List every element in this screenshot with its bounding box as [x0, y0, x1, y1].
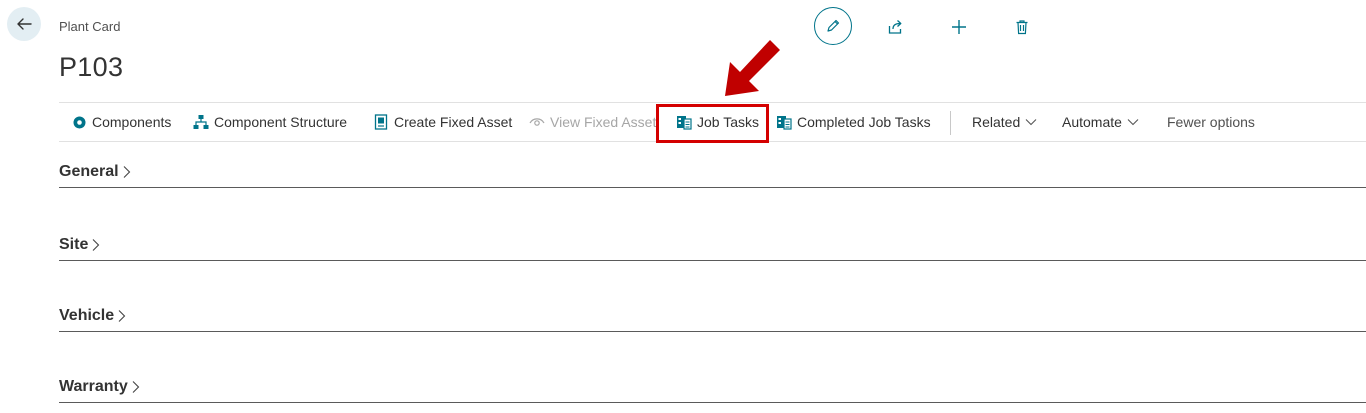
components-action[interactable]: Components [71, 103, 171, 141]
view-fixed-asset-label: View Fixed Asset [550, 114, 657, 130]
completed-job-tasks-action[interactable]: Completed Job Tasks [776, 103, 931, 141]
edit-icon [827, 19, 840, 32]
task-list-icon [676, 114, 692, 130]
chevron-down-icon [1127, 118, 1139, 126]
plus-icon [952, 20, 966, 34]
callout-arrow-icon [725, 40, 780, 96]
section-warranty-header[interactable]: Warranty [59, 378, 1366, 396]
section-warranty-label: Warranty [59, 378, 128, 395]
arrow-left-icon [17, 18, 32, 30]
eye-icon [529, 114, 545, 130]
fewer-options-label: Fewer options [1167, 114, 1255, 130]
page-caption: Plant Card [59, 19, 121, 34]
view-fixed-asset-action[interactable]: View Fixed Asset [529, 103, 656, 141]
create-fixed-asset-label: Create Fixed Asset [394, 114, 513, 130]
chevron-down-icon [1025, 118, 1037, 126]
chevron-right-icon [132, 381, 140, 393]
completed-job-tasks-label: Completed Job Tasks [797, 114, 931, 130]
section-vehicle: Vehicle [59, 307, 1366, 332]
page-title: P103 [59, 52, 124, 82]
new-button[interactable] [947, 7, 971, 47]
delete-icon [1016, 20, 1028, 35]
automate-label: Automate [1062, 114, 1122, 130]
share-button[interactable] [884, 7, 908, 47]
component-structure-action[interactable]: Component Structure [193, 103, 347, 141]
related-label: Related [972, 114, 1021, 130]
action-bar: Components Component Structure Create Fi… [59, 102, 1366, 142]
action-bar-separator [950, 111, 951, 135]
job-tasks-label: Job Tasks [697, 114, 759, 130]
job-tasks-action[interactable]: Job Tasks [676, 103, 759, 141]
create-fixed-asset-action[interactable]: Create Fixed Asset [373, 103, 512, 141]
related-menu[interactable]: Related [972, 103, 1037, 141]
section-site-label: Site [59, 236, 89, 253]
fewer-options-button[interactable]: Fewer options [1167, 103, 1255, 141]
section-site: Site [59, 236, 1366, 261]
delete-button[interactable] [1012, 7, 1032, 47]
section-general: General [59, 163, 1366, 188]
chevron-right-icon [118, 310, 126, 322]
chevron-right-icon [123, 166, 130, 178]
section-site-header[interactable]: Site [59, 236, 1366, 254]
section-general-header[interactable]: General [59, 163, 1366, 181]
components-label: Components [92, 114, 172, 130]
back-button[interactable] [7, 7, 41, 41]
automate-menu[interactable]: Automate [1062, 103, 1139, 141]
section-warranty: Warranty [59, 378, 1366, 403]
share-icon [888, 20, 902, 34]
chevron-right-icon [92, 239, 100, 251]
section-vehicle-label: Vehicle [59, 307, 115, 324]
edit-button[interactable] [814, 7, 852, 45]
component-structure-label: Component Structure [214, 114, 348, 130]
section-general-label: General [59, 163, 119, 180]
gear-icon [71, 114, 87, 130]
hierarchy-icon [193, 114, 209, 130]
section-vehicle-header[interactable]: Vehicle [59, 307, 1366, 325]
task-list-icon [776, 114, 792, 130]
document-icon [373, 114, 389, 130]
